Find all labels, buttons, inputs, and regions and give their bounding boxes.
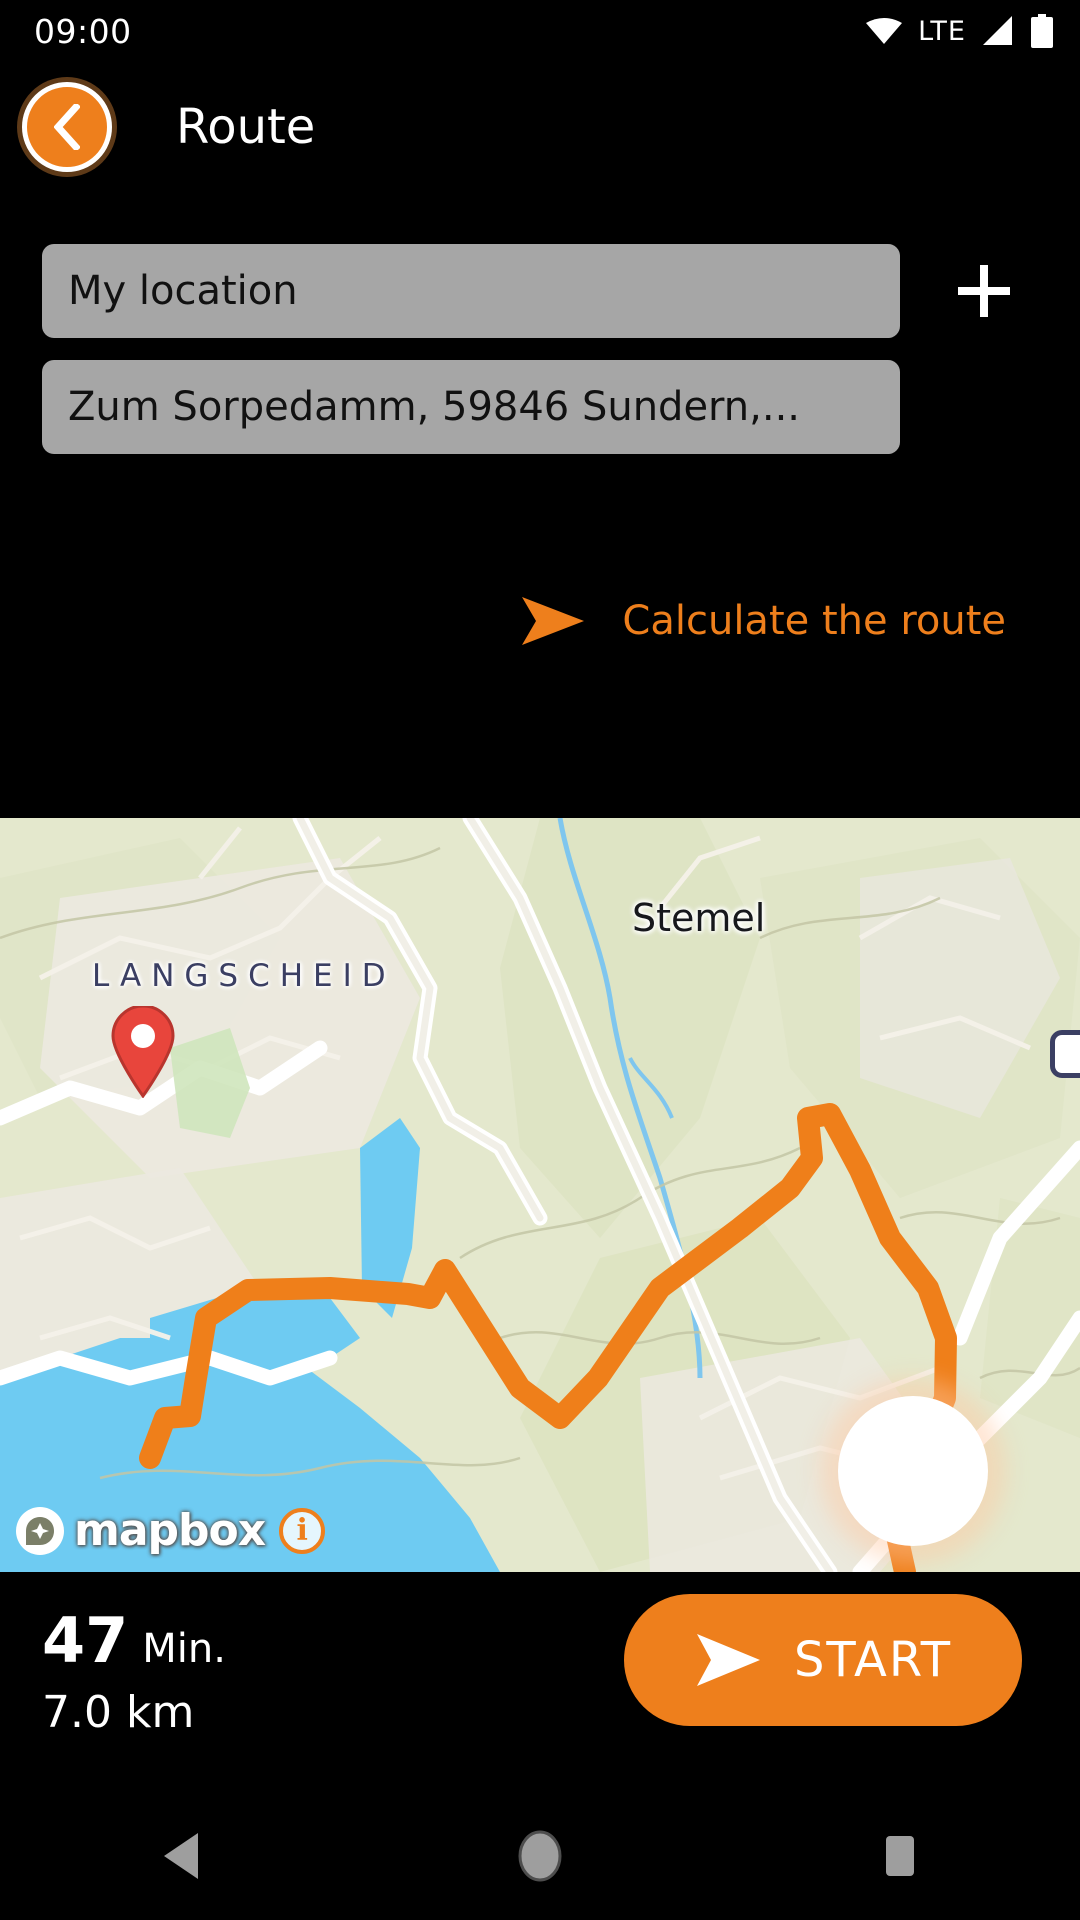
mapbox-mark-icon [16, 1506, 64, 1555]
system-recents-button[interactable] [840, 1816, 960, 1896]
app-header: Route [0, 62, 1080, 192]
map-pin-icon[interactable] [110, 1006, 176, 1098]
position-puck [838, 1396, 988, 1546]
eta-distance: 7.0 km [42, 1687, 195, 1738]
route-summary-bar: 47 Min. 7.0 km START [0, 1572, 1080, 1792]
signal-icon [983, 16, 1012, 45]
origin-input[interactable]: My location [42, 244, 900, 338]
chevron-left-icon [54, 104, 80, 150]
eta-duration-value: 47 [42, 1604, 129, 1677]
wifi-icon [866, 18, 903, 44]
origin-value: My location [68, 268, 298, 314]
mapbox-logo-icon[interactable]: mapbox [16, 1505, 266, 1556]
battery-icon [1031, 14, 1053, 48]
page-title: Route [176, 99, 316, 155]
back-button[interactable] [22, 82, 112, 172]
destination-input[interactable]: Zum Sorpedamm, 59846 Sundern,... [42, 360, 900, 454]
start-navigation-button[interactable]: START [624, 1594, 1022, 1726]
eta-duration-unit: Min. [142, 1626, 226, 1672]
network-type-label: LTE [918, 15, 966, 47]
start-button-label: START [793, 1632, 953, 1688]
square-recents-icon [886, 1836, 914, 1876]
calculate-route-button[interactable]: Calculate the route [0, 576, 1080, 666]
map-info-button[interactable]: i [279, 1507, 326, 1554]
circle-home-icon [518, 1830, 562, 1882]
map-view[interactable]: LANGSCHEID Stemel mapbox i [0, 818, 1080, 1572]
system-back-button[interactable] [120, 1816, 240, 1896]
destination-value: Zum Sorpedamm, 59846 Sundern,... [68, 384, 801, 430]
status-icon-group: LTE [866, 14, 1054, 48]
mapbox-wordmark: mapbox [74, 1505, 266, 1556]
system-home-button[interactable] [480, 1816, 600, 1896]
status-bar: 09:00 LTE [0, 0, 1080, 62]
app-screen: 09:00 LTE Route My location Zum Sorpedam… [0, 0, 1080, 1920]
arrow-right-icon [522, 597, 585, 645]
origin-row: My location [0, 244, 1080, 338]
arrow-right-icon [696, 1634, 760, 1686]
destination-row: Zum Sorpedamm, 59846 Sundern,... [0, 360, 1080, 454]
calculate-route-label: Calculate the route [622, 598, 1006, 644]
plus-icon-bar [958, 287, 1010, 295]
eta-block: 47 Min. 7.0 km [42, 1604, 226, 1738]
road-shield-icon [1050, 1030, 1080, 1078]
system-navigation-bar [0, 1792, 1080, 1920]
eta-duration-row: 47 Min. [42, 1604, 226, 1677]
map-attribution[interactable]: mapbox i [16, 1505, 326, 1556]
route-form-panel: My location Zum Sorpedamm, 59846 Sundern… [0, 196, 1080, 818]
add-waypoint-button[interactable] [936, 244, 1032, 338]
status-clock: 09:00 [34, 11, 132, 51]
triangle-back-icon [164, 1833, 198, 1879]
